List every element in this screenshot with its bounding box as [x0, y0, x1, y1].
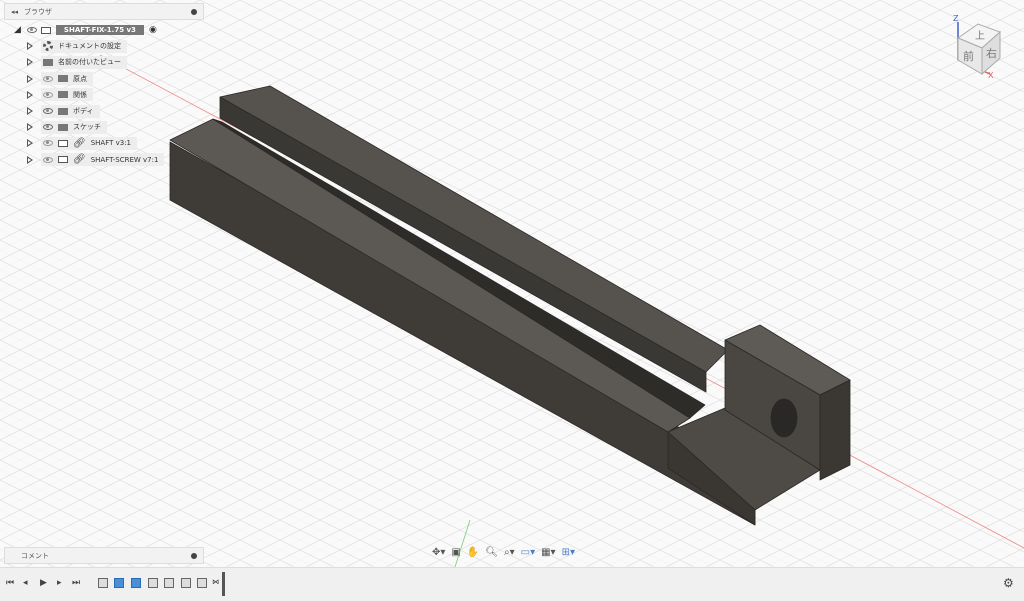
item-label: 関係 — [73, 90, 87, 99]
go-to-start-icon[interactable]: ⏮ — [6, 578, 14, 588]
threaded-hole — [770, 398, 798, 438]
comments-title: コメント — [21, 551, 49, 560]
visibility-eye-icon[interactable] — [26, 27, 37, 34]
cube-face-right[interactable]: 右 — [986, 45, 997, 61]
timeline-joint-icon[interactable]: ⋈ — [212, 578, 222, 588]
browser-tree: ◢ SHAFT-FIX-1.75 v3 ◉ ドキュメントの設定 名前の付いたビュ… — [12, 22, 165, 168]
z-axis-label: Z — [953, 14, 959, 23]
timeline-thread-icon[interactable] — [181, 578, 191, 588]
go-to-end-icon[interactable]: ⏭ — [72, 578, 80, 588]
timeline-hole-icon[interactable] — [164, 578, 174, 588]
timeline-extrude-icon[interactable] — [114, 578, 124, 588]
tree-item-joints[interactable]: 関係 — [12, 87, 164, 103]
cube-face-front[interactable]: 前 — [963, 48, 974, 64]
expand-icon[interactable] — [27, 155, 33, 164]
item-label: スケッチ — [73, 123, 101, 132]
root-component-label: SHAFT-FIX-1.75 v3 — [55, 25, 144, 36]
expand-icon[interactable] — [27, 123, 33, 132]
timeline-sketch-icon[interactable] — [98, 578, 108, 588]
3d-viewport[interactable]: ◂◂ ブラウザ ◢ SHAFT-FIX-1.75 v3 ◉ ドキュメントの設定 … — [0, 0, 1024, 567]
timeline-thread-icon[interactable] — [197, 578, 207, 588]
item-label: SHAFT v3:1 — [90, 139, 132, 148]
expand-icon[interactable] — [27, 107, 33, 116]
add-comment-icon[interactable] — [191, 552, 197, 559]
component-icon — [58, 139, 68, 147]
x-axis-label: X — [988, 71, 994, 80]
document-icon — [40, 26, 51, 34]
browser-title: ブラウザ — [24, 7, 53, 16]
fit-icon[interactable]: ⌕▾ — [504, 547, 515, 558]
visibility-eye-icon[interactable] — [43, 75, 53, 82]
expand-icon[interactable] — [27, 74, 33, 83]
visibility-eye-icon[interactable] — [43, 140, 53, 147]
look-at-icon[interactable]: ▣ — [451, 547, 460, 558]
tree-item-document-settings[interactable]: ドキュメントの設定 — [12, 38, 164, 54]
visibility-eye-icon[interactable] — [43, 124, 53, 131]
visibility-eye-icon[interactable] — [43, 156, 53, 163]
pan-hand-icon[interactable]: ✋ — [467, 547, 479, 558]
tree-item-bodies[interactable]: ボディ — [12, 103, 164, 119]
tree-item-sketches[interactable]: スケッチ — [12, 119, 164, 135]
collapse-icon[interactable]: ◂◂ — [11, 8, 18, 16]
tree-item-origin[interactable]: 原点 — [12, 71, 164, 87]
pin-icon[interactable] — [191, 8, 197, 15]
timeline-fillet-icon[interactable] — [148, 578, 158, 588]
view-cube[interactable]: Z X 上 前 右 — [952, 14, 1012, 80]
grid-settings-icon[interactable]: ▦▾ — [541, 547, 555, 558]
expand-icon[interactable] — [27, 58, 33, 67]
folder-icon — [58, 123, 68, 131]
timeline-extrude-icon[interactable] — [131, 578, 141, 588]
comments-panel[interactable]: コメント — [4, 547, 204, 564]
display-settings-icon[interactable]: ▭▾ — [521, 547, 535, 558]
folder-icon — [58, 91, 68, 99]
zoom-icon[interactable]: 🔍︎ — [485, 547, 498, 558]
visibility-eye-icon[interactable] — [43, 108, 53, 115]
tree-item-shaft-screw[interactable]: 🔗︎ SHAFT-SCREW v7:1 — [12, 152, 165, 168]
expand-icon[interactable] — [27, 139, 33, 148]
item-label: ボディ — [73, 107, 94, 116]
component-icon — [58, 156, 68, 164]
item-label: SHAFT-SCREW v7:1 — [90, 155, 159, 164]
navigation-bar: ✥▾ ▣ ✋ 🔍︎ ⌕▾ ▭▾ ▦▾ ⊞▾ — [432, 547, 575, 558]
play-icon[interactable]: ▶ — [40, 578, 47, 588]
gear-icon[interactable]: ⚙ — [1003, 576, 1014, 590]
active-radio-icon[interactable]: ◉ — [149, 25, 157, 35]
link-icon: 🔗︎ — [73, 137, 86, 149]
browser-panel-header[interactable]: ◂◂ ブラウザ — [4, 3, 204, 20]
folder-icon — [43, 58, 53, 66]
folder-icon — [58, 75, 68, 83]
timeline-marker[interactable] — [222, 572, 225, 596]
expand-icon[interactable]: ◢ — [14, 25, 21, 35]
item-label: 原点 — [73, 74, 87, 83]
step-forward-icon[interactable]: ▸ — [57, 578, 62, 588]
expand-icon[interactable] — [27, 42, 33, 51]
link-icon: 🔗︎ — [73, 154, 86, 166]
orbit-icon[interactable]: ✥▾ — [432, 547, 445, 558]
timeline-bar: ⏮ ◂ ▶ ▸ ⏭ ⋈ ⚙ — [0, 567, 1024, 601]
tree-root[interactable]: ◢ SHAFT-FIX-1.75 v3 ◉ — [12, 22, 164, 38]
step-back-icon[interactable]: ◂ — [23, 578, 28, 588]
visibility-eye-icon[interactable] — [43, 91, 53, 98]
expand-icon[interactable] — [27, 90, 33, 99]
viewports-icon[interactable]: ⊞▾ — [562, 547, 575, 558]
cube-face-top[interactable]: 上 — [975, 27, 985, 42]
gear-icon — [43, 41, 53, 52]
tree-item-named-views[interactable]: 名前の付いたビュー — [12, 54, 164, 70]
item-label: 名前の付いたビュー — [58, 58, 121, 67]
item-label: ドキュメントの設定 — [58, 42, 121, 51]
folder-icon — [58, 107, 68, 115]
tree-item-shaft[interactable]: 🔗︎ SHAFT v3:1 — [12, 135, 164, 151]
